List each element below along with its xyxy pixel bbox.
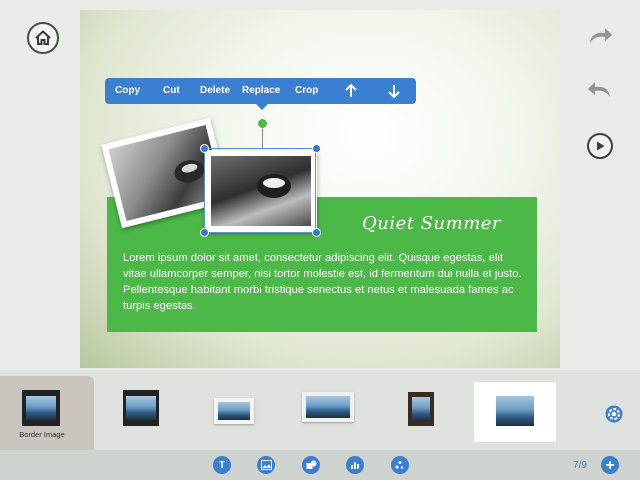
active-thumbnail-label: Border Image [19, 430, 65, 439]
thumbnail-image [126, 396, 156, 420]
image-tool-icon [260, 460, 272, 470]
thumbnail-torn-paper[interactable] [214, 398, 254, 424]
bottom-toolbar [0, 450, 640, 480]
chart-tool-icon [351, 462, 359, 469]
text-tool-icon: T [218, 459, 226, 471]
image-tool-button[interactable] [257, 456, 275, 474]
page-counter: 7/9 [573, 460, 587, 471]
redo-icon [590, 28, 612, 43]
shape-tool-icon [306, 460, 316, 469]
style-thumbnail-strip [0, 370, 640, 450]
send-backward-button[interactable] [387, 83, 401, 99]
undo-icon [588, 82, 610, 97]
plus-icon [606, 461, 614, 469]
style-settings-button[interactable] [604, 404, 624, 424]
resize-handle-bottom-right[interactable] [312, 228, 321, 237]
bring-forward-button[interactable] [344, 83, 358, 99]
text-tool-button[interactable]: T [213, 456, 231, 474]
home-icon [35, 30, 51, 45]
selection-frame [204, 148, 316, 233]
rotate-connector [262, 126, 263, 148]
cut-button[interactable]: Cut [163, 85, 180, 96]
redo-button[interactable] [586, 22, 614, 50]
rotate-handle[interactable] [257, 118, 268, 129]
shape-tool-button[interactable] [302, 456, 320, 474]
effects-tool-button[interactable] [391, 456, 409, 474]
effects-tool-icon [395, 461, 404, 469]
resize-handle-top-left[interactable] [200, 144, 209, 153]
thumbnail-white-border[interactable] [474, 382, 556, 442]
context-toolbar: Copy Cut Delete Replace Crop [105, 78, 416, 110]
undo-button[interactable] [586, 76, 614, 104]
play-button[interactable] [587, 133, 613, 159]
thumbnail-border-image[interactable] [22, 390, 60, 426]
add-page-button[interactable] [601, 456, 619, 474]
slide-body-text[interactable]: Lorem ipsum dolor sit amet, consectetur … [123, 250, 523, 314]
thumbnail-image [306, 396, 350, 418]
replace-button[interactable]: Replace [242, 85, 280, 96]
play-icon [597, 141, 605, 151]
thumbnail-image [496, 396, 534, 426]
thumbnail-image [412, 397, 430, 421]
app-window: Quiet Summer Lorem ipsum dolor sit amet,… [0, 0, 640, 480]
crop-button[interactable]: Crop [295, 85, 318, 96]
slide-title[interactable]: Quiet Summer [362, 213, 522, 234]
thumbnail-image [218, 402, 250, 420]
delete-button[interactable]: Delete [200, 85, 230, 96]
gear-icon [605, 405, 623, 423]
chart-tool-button[interactable] [346, 456, 364, 474]
arrow-down-icon [388, 85, 400, 99]
arrow-up-icon [345, 83, 357, 97]
resize-handle-top-right[interactable] [312, 144, 321, 153]
thumbnail-image [26, 396, 56, 420]
thumbnail-pinned-photo[interactable] [302, 392, 354, 422]
home-button[interactable] [27, 22, 59, 54]
resize-handle-bottom-left[interactable] [200, 228, 209, 237]
copy-button[interactable]: Copy [115, 85, 140, 96]
thumbnail-dark-frame[interactable] [408, 392, 434, 426]
thumbnail-film-border[interactable] [123, 390, 159, 426]
